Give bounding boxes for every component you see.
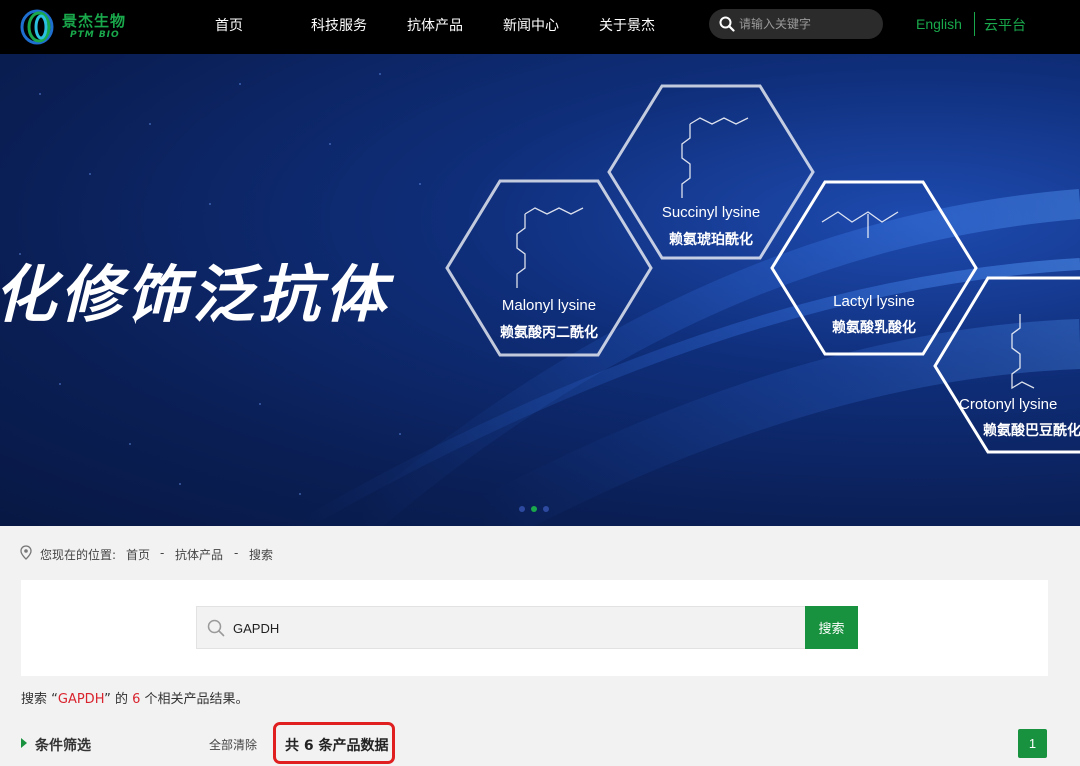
nav-item-antibodies[interactable]: 抗体产品 (407, 15, 463, 35)
result-keyword: GAPDH (57, 692, 105, 707)
product-search-box (196, 606, 806, 649)
hex-label-succinyl-en: Succinyl lysine (661, 204, 761, 221)
nav-item-news[interactable]: 新闻中心 (503, 15, 559, 35)
search-result-summary: 搜索 “GAPDH” 的 6 个相关产品结果。 (21, 688, 249, 707)
breadcrumb-separator: - (160, 546, 165, 560)
hex-label-crotonyl-en: Crotonyl lysine (959, 396, 1058, 413)
search-icon (207, 619, 225, 637)
clear-all-link[interactable]: 全部清除 (209, 736, 257, 753)
nav-search (709, 9, 883, 39)
cloud-platform-link[interactable]: 云平台 (984, 15, 1026, 35)
nav-search-input[interactable] (739, 14, 874, 34)
product-search-input[interactable] (233, 618, 793, 638)
banner-title: 化修饰泛抗体 (0, 258, 391, 331)
breadcrumb-current: 搜索 (249, 548, 274, 562)
nav-item-home[interactable]: 首页 (215, 15, 243, 35)
result-middle: ” 的 (104, 692, 133, 707)
carousel-dot[interactable] (543, 506, 549, 512)
brand-name-cn: 景杰生物 (62, 12, 127, 30)
hex-label-malonyl-cn: 赖氨酸丙二酰化 (500, 325, 598, 341)
expand-arrow-icon[interactable] (21, 738, 27, 748)
carousel-dot[interactable] (519, 506, 525, 512)
location-pin-icon (20, 545, 32, 560)
search-icon[interactable] (719, 16, 735, 32)
nav-item-about[interactable]: 关于景杰 (599, 15, 655, 35)
nav-item-services[interactable]: 科技服务 (311, 15, 367, 35)
breadcrumb-separator: - (234, 546, 239, 560)
breadcrumb-antibodies[interactable]: 抗体产品 (175, 546, 223, 563)
filter-bar: 条件筛选 全部清除 共 6 条产品数据 1 (0, 722, 1080, 766)
hex-label-lactyl-en: Lactyl lysine (833, 293, 915, 310)
total-products-count: 共 6 条产品数据 (285, 738, 389, 754)
pagination-page-1[interactable]: 1 (1018, 729, 1047, 758)
language-english-link[interactable]: English (916, 16, 962, 32)
result-prefix: 搜索 “ (21, 692, 58, 707)
logo-mark-icon (20, 9, 54, 45)
brand-name-en: PTM BIO (70, 30, 120, 40)
hex-label-succinyl-cn: 赖氨琥珀酰化 (669, 232, 753, 248)
result-suffix: 个相关产品结果。 (140, 692, 249, 707)
hex-label-crotonyl-cn: 赖氨酸巴豆酰化 (983, 423, 1080, 439)
nav-divider (974, 12, 975, 36)
filter-toggle[interactable]: 条件筛选 (35, 735, 91, 755)
search-button[interactable]: 搜索 (805, 606, 858, 649)
search-panel: 搜索 (21, 580, 1048, 676)
hero-banner[interactable]: 化修饰泛抗体 Malonyl lysine 赖氨酸丙二酰化 Succinyl l… (0, 54, 1080, 526)
brand-logo[interactable]: 景杰生物 PTM BIO (20, 8, 130, 46)
hex-label-lactyl-cn: 赖氨酸乳酸化 (832, 320, 916, 336)
carousel-dots (515, 504, 555, 514)
carousel-dot-active[interactable] (531, 506, 537, 512)
hex-label-malonyl-en: Malonyl lysine (501, 297, 597, 314)
top-nav: 景杰生物 PTM BIO 首页 科技服务 抗体产品 新闻中心 关于景杰 Engl… (0, 0, 1080, 54)
breadcrumb-home[interactable]: 首页 (126, 546, 150, 563)
breadcrumb-prefix: 您现在的位置: (40, 548, 117, 562)
